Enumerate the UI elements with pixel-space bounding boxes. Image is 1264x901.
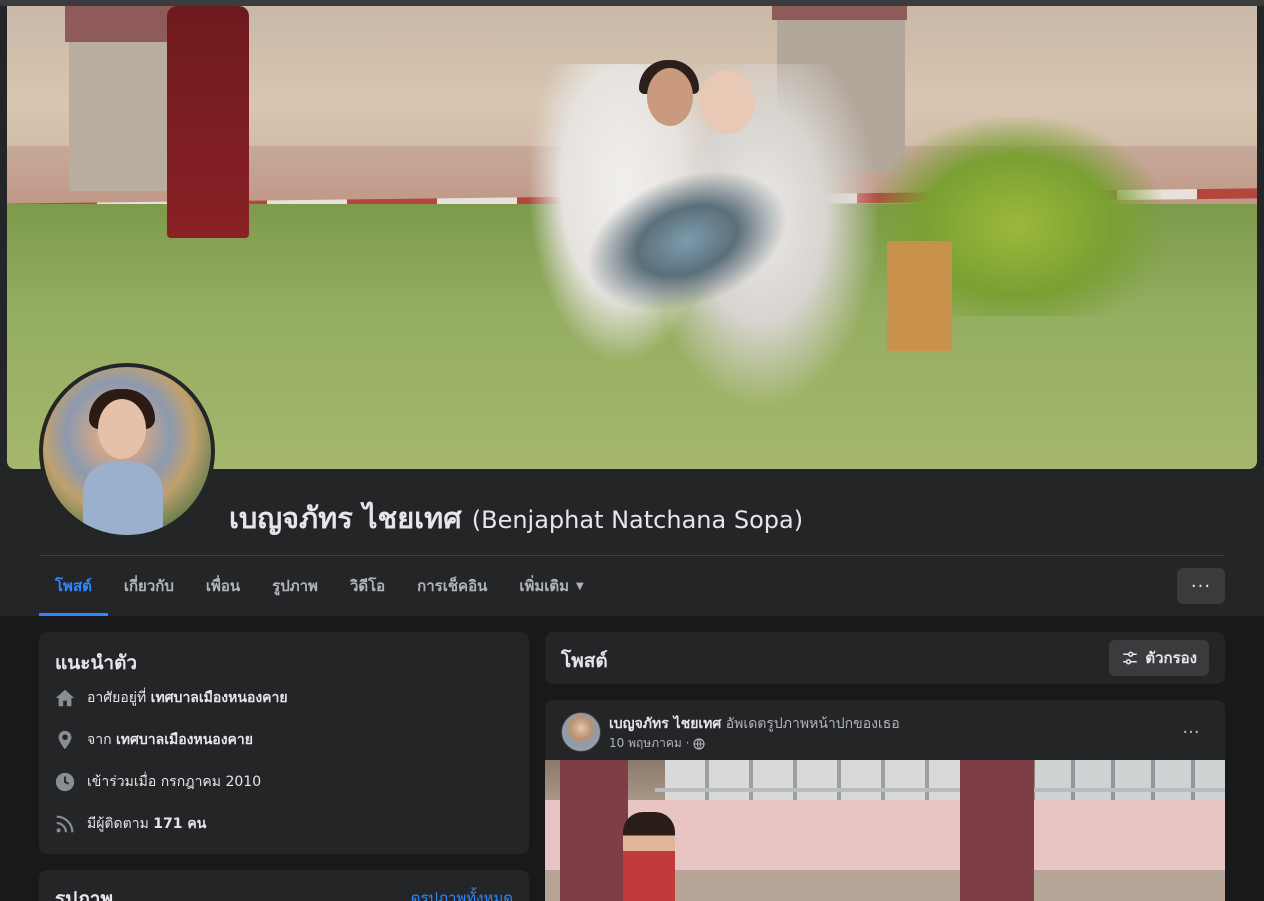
filter-button[interactable]: ตัวกรอง bbox=[1109, 640, 1209, 676]
intro-lives-row: อาศัยอยู่ที่ เทศบาลเมืองหนองคาย bbox=[53, 684, 288, 712]
photos-title: รูปภาพ bbox=[55, 888, 113, 901]
post-author-line: เบญจภัทร ไชยเทศ อัพเดตรูปภาพหน้าปกของเธอ bbox=[609, 713, 900, 735]
intro-joined-row: เข้าร่วมเมื่อ กรกฎาคม 2010 bbox=[53, 768, 261, 796]
see-all-photos-link[interactable]: ดูรูปภาพทั้งหมด bbox=[411, 886, 513, 901]
tab-about[interactable]: เกี่ยวกับ bbox=[108, 556, 190, 616]
intro-from-place[interactable]: เทศบาลเมืองหนองคาย bbox=[116, 732, 253, 748]
filter-sliders-icon bbox=[1121, 649, 1139, 667]
tab-photos[interactable]: รูปภาพ bbox=[256, 556, 334, 616]
tab-checkins[interactable]: การเช็คอิน bbox=[401, 556, 503, 616]
profile-name-thai: เบญจภัทร ไชยเทศ bbox=[229, 501, 462, 535]
intro-followers-count[interactable]: 171 คน bbox=[153, 816, 206, 832]
intro-joined-text: เข้าร่วมเมื่อ กรกฎาคม 2010 bbox=[87, 774, 262, 790]
post-author-name[interactable]: เบญจภัทร ไชยเทศ bbox=[609, 716, 721, 732]
home-icon bbox=[53, 686, 77, 710]
intro-title: แนะนำตัว bbox=[55, 652, 138, 674]
tab-posts[interactable]: โพสต์ bbox=[39, 556, 108, 616]
profile-more-button[interactable]: ··· bbox=[1177, 568, 1225, 604]
posts-header-card: โพสต์ ตัวกรอง bbox=[545, 632, 1225, 684]
post-more-button[interactable]: ··· bbox=[1173, 714, 1209, 750]
tab-more[interactable]: เพิ่มเติม ▼ bbox=[503, 556, 599, 616]
post-author-avatar[interactable] bbox=[561, 712, 601, 752]
caret-down-icon: ▼ bbox=[576, 580, 584, 592]
profile-name: เบญจภัทร ไชยเทศ (Benjaphat Natchana Sopa… bbox=[229, 495, 803, 541]
post-photo[interactable] bbox=[545, 760, 1225, 901]
profile-tabs: โพสต์ เกี่ยวกับ เพื่อน รูปภาพ วิดีโอ การ… bbox=[39, 556, 600, 616]
post-action: อัพเดตรูปภาพหน้าปกของเธอ bbox=[725, 716, 900, 732]
clock-icon bbox=[53, 770, 77, 794]
post-meta: 10 พฤษภาคม · bbox=[609, 734, 705, 753]
rss-icon bbox=[53, 812, 77, 836]
post-date[interactable]: 10 พฤษภาคม · bbox=[609, 734, 689, 753]
intro-card: แนะนำตัว อาศัยอยู่ที่ เทศบาลเมืองหนองคาย… bbox=[39, 632, 529, 854]
profile-avatar[interactable] bbox=[39, 363, 215, 539]
posts-title: โพสต์ bbox=[561, 650, 608, 672]
tab-friends[interactable]: เพื่อน bbox=[190, 556, 256, 616]
tab-videos[interactable]: วิดีโอ bbox=[334, 556, 401, 616]
intro-from-row: จาก เทศบาลเมืองหนองคาย bbox=[53, 726, 253, 754]
globe-icon bbox=[693, 737, 705, 750]
post-card: เบญจภัทร ไชยเทศ อัพเดตรูปภาพหน้าปกของเธอ… bbox=[545, 700, 1225, 901]
intro-lives-place[interactable]: เทศบาลเมืองหนองคาย bbox=[151, 690, 288, 706]
photos-card: รูปภาพ ดูรูปภาพทั้งหมด bbox=[39, 870, 529, 901]
location-pin-icon bbox=[53, 728, 77, 752]
intro-followers-row: มีผู้ติดตาม 171 คน bbox=[53, 810, 206, 838]
profile-name-alt: (Benjaphat Natchana Sopa) bbox=[471, 506, 804, 534]
